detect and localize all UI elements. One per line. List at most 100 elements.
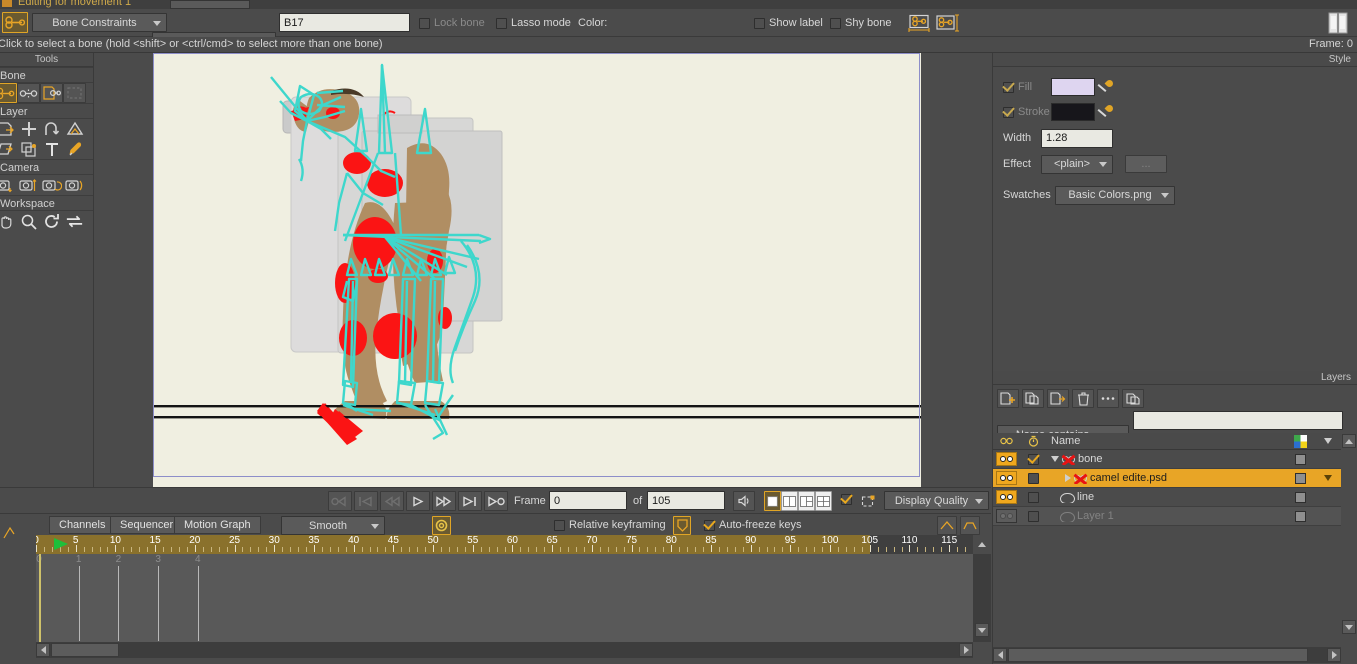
text-tool-icon[interactable]: [40, 139, 63, 159]
step-forward-button[interactable]: [458, 491, 482, 511]
eyedropper-icon[interactable]: [63, 139, 86, 159]
layers-scroll-down-button[interactable]: [1342, 620, 1356, 634]
fast-forward-button[interactable]: [432, 491, 456, 511]
playhead-line[interactable]: [39, 554, 41, 642]
pan-tilt-camera-icon[interactable]: [63, 175, 86, 195]
fill-eyedropper-icon[interactable]: [1095, 78, 1115, 96]
layer-visibility-toggle[interactable]: [996, 490, 1017, 504]
frame-input[interactable]: 0: [549, 491, 627, 510]
tab-sequencer[interactable]: Sequencer: [110, 516, 184, 534]
more-options-icon[interactable]: [1097, 389, 1119, 408]
shear-layer-icon[interactable]: [0, 139, 17, 159]
table-row[interactable]: line: [993, 488, 1341, 507]
stroke-checkbox[interactable]: Stroke: [993, 106, 1051, 118]
layer-visibility-toggle[interactable]: [996, 509, 1017, 523]
auto-freeze-keys-checkbox[interactable]: Auto-freeze keys: [704, 519, 802, 531]
bone-constraints-dropdown[interactable]: Bone Constraints: [32, 13, 167, 32]
add-point-icon[interactable]: [17, 119, 40, 139]
layers-scroll-up-button[interactable]: [1342, 434, 1356, 448]
new-layer-icon[interactable]: [997, 389, 1019, 408]
four-view-icon[interactable]: [815, 491, 832, 511]
stroke-eyedropper-icon[interactable]: [1095, 103, 1115, 121]
scroll-down-button[interactable]: [975, 623, 989, 637]
bone-name-input[interactable]: B17: [279, 13, 410, 32]
layers-vertical-scrollbar[interactable]: [1341, 433, 1357, 635]
render-checkbox[interactable]: [841, 494, 852, 505]
layer-settings-icon[interactable]: [1122, 389, 1144, 408]
peak-interp-icon[interactable]: [937, 516, 957, 535]
playhead-marker-icon[interactable]: [53, 537, 73, 551]
bind-layer-icon[interactable]: [40, 83, 63, 103]
layers-scroll-thumb[interactable]: [1008, 648, 1308, 662]
layer-color-swatch[interactable]: [1294, 491, 1306, 503]
zoom-workspace-icon[interactable]: [17, 211, 40, 231]
table-row[interactable]: Layer 1: [993, 507, 1341, 526]
step-back-button[interactable]: [380, 491, 404, 511]
layers-horizontal-scrollbar[interactable]: [993, 647, 1341, 663]
duplicate-layer-icon[interactable]: [1022, 389, 1044, 408]
bone-height-icon[interactable]: [934, 12, 960, 34]
layer-color-swatch[interactable]: [1294, 472, 1306, 484]
set-origin-icon[interactable]: [17, 139, 40, 159]
layer-menu-icon[interactable]: [1324, 475, 1332, 481]
tab-motion-graph[interactable]: Motion Graph: [174, 516, 261, 534]
layer-freeze-checkbox[interactable]: [1028, 453, 1039, 465]
tab-channels[interactable]: Channels: [49, 516, 116, 534]
table-row[interactable]: bone: [993, 450, 1341, 469]
single-view-icon[interactable]: [764, 491, 781, 511]
layer-color-swatch[interactable]: [1294, 453, 1306, 465]
display-quality-dropdown[interactable]: Display Quality: [884, 491, 989, 510]
timeline-ruler[interactable]: 0 5 10 15 20 25 30 35 40 45 50 55 60 65 70 75 80 85 90 95 10…: [36, 535, 973, 554]
layers-scroll-left-button[interactable]: [993, 648, 1007, 662]
bone-width-icon[interactable]: [906, 12, 932, 34]
shy-bone-checkbox[interactable]: Shy bone: [830, 17, 891, 29]
swatches-dropdown[interactable]: Basic Colors.png: [1055, 185, 1175, 205]
play-button[interactable]: [406, 491, 430, 511]
stroke-width-input[interactable]: 1.28: [1041, 128, 1113, 148]
layer-filter-input[interactable]: [1133, 411, 1343, 430]
three-view-icon[interactable]: [798, 491, 815, 511]
selection-box-icon[interactable]: [858, 491, 878, 511]
rotate-workspace-icon[interactable]: [40, 211, 63, 231]
pan-hand-icon[interactable]: [0, 211, 17, 231]
bone-tool-icon[interactable]: [2, 12, 28, 33]
layers-scroll-right-button[interactable]: [1327, 648, 1341, 662]
interpolation-dropdown[interactable]: Smooth: [281, 516, 385, 535]
onion-skin-toggle-icon[interactable]: [432, 516, 451, 535]
layer-freeze-checkbox[interactable]: [1028, 472, 1039, 484]
channels-horizontal-scrollbar[interactable]: [36, 642, 973, 658]
track-camera-icon[interactable]: [0, 175, 17, 195]
keyframe-track-area[interactable]: 01234: [36, 554, 973, 642]
transform-bone-icon[interactable]: [0, 83, 17, 103]
set-start-frame-button[interactable]: [328, 491, 352, 511]
layer-freeze-checkbox[interactable]: [1028, 491, 1039, 503]
delete-layer-icon[interactable]: [1072, 389, 1094, 408]
curvature-icon[interactable]: [40, 119, 63, 139]
keyframe-tool-icon[interactable]: [2, 526, 16, 540]
jump-to-end-button[interactable]: [484, 491, 508, 511]
book-icon[interactable]: [1326, 11, 1350, 35]
effect-options-button[interactable]: ...: [1125, 155, 1167, 173]
scroll-right-button[interactable]: [959, 643, 973, 657]
roll-camera-icon[interactable]: [40, 175, 63, 195]
layer-freeze-checkbox[interactable]: [1028, 510, 1039, 522]
zoom-camera-icon[interactable]: [17, 175, 40, 195]
new-group-icon[interactable]: [1047, 389, 1069, 408]
fill-color-swatch[interactable]: [1051, 78, 1095, 96]
rewind-to-start-button[interactable]: [354, 491, 378, 511]
relative-keyframing-checkbox[interactable]: Relative keyframing: [554, 519, 666, 531]
effect-dropdown[interactable]: <plain>: [1041, 154, 1113, 174]
layers-list[interactable]: bone camel edite.psd line Layer 1: [993, 450, 1341, 526]
fill-checkbox[interactable]: Fill: [993, 81, 1051, 93]
table-row[interactable]: camel edite.psd: [993, 469, 1341, 488]
transform-layer-icon[interactable]: [0, 119, 17, 139]
expander-expand-icon[interactable]: [1065, 474, 1071, 482]
layer-visibility-toggle[interactable]: [996, 452, 1017, 466]
add-bone-icon[interactable]: [17, 83, 40, 103]
column-menu-icon[interactable]: [1315, 438, 1341, 444]
lasso-mode-checkbox[interactable]: Lasso mode: [496, 17, 571, 29]
color-column-icon[interactable]: [1285, 434, 1315, 448]
perspective-icon[interactable]: [63, 119, 86, 139]
scroll-left-button[interactable]: [36, 643, 50, 657]
channels-vertical-scrollbar[interactable]: [973, 554, 991, 642]
